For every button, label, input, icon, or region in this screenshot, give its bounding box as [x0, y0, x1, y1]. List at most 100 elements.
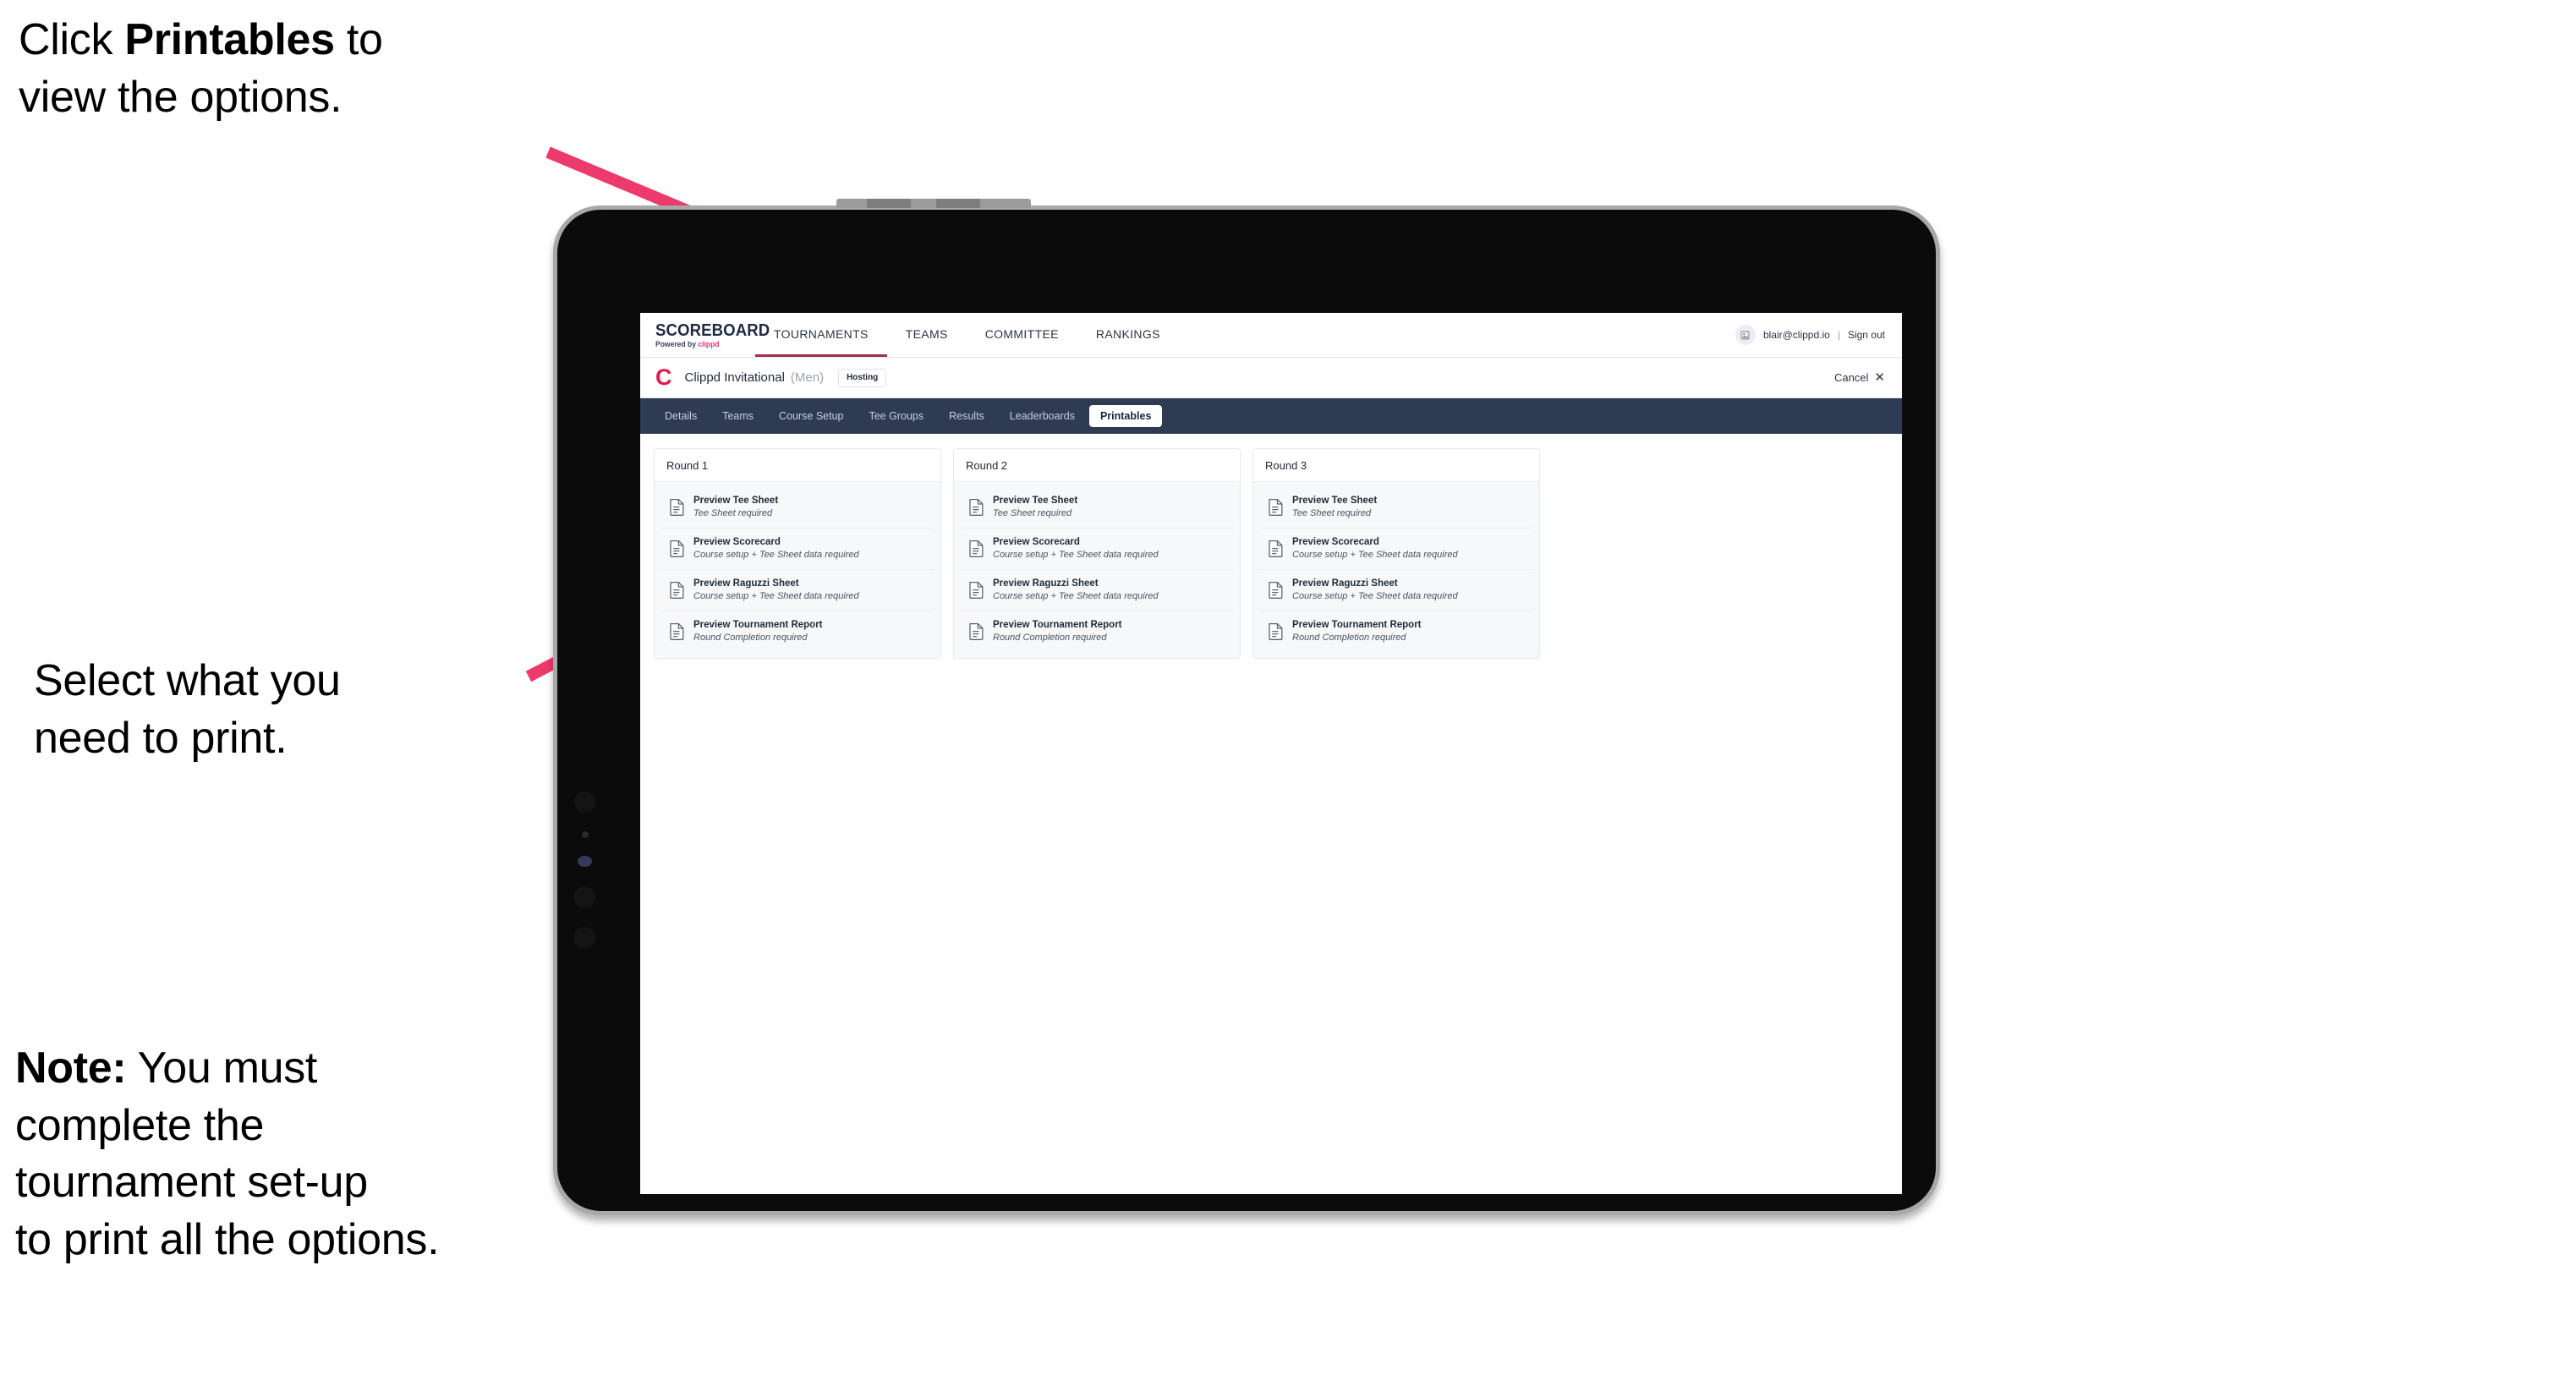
- printable-text: Preview Raguzzi Sheet Course setup + Tee …: [993, 578, 1159, 602]
- printable-row[interactable]: Preview Raguzzi Sheet Course setup + Tee …: [1260, 569, 1532, 611]
- printable-row[interactable]: Preview Scorecard Course setup + Tee Shee…: [961, 528, 1233, 570]
- sign-out-link[interactable]: Sign out: [1848, 329, 1885, 341]
- document-icon: [969, 582, 984, 600]
- round-title: Round 2: [954, 449, 1240, 482]
- cancel-label: Cancel: [1833, 371, 1869, 384]
- printable-title: Preview Tee Sheet: [1292, 496, 1378, 506]
- printable-text: Preview Tee Sheet Tee Sheet required: [693, 496, 778, 519]
- document-icon: [969, 499, 984, 517]
- printable-title: Preview Tournament Report: [693, 619, 823, 630]
- sub-tab-label: Results: [949, 409, 984, 422]
- annotation-click-printables: Click Printables to view the options.: [19, 15, 383, 122]
- printable-row[interactable]: Preview Raguzzi Sheet Course setup + Tee …: [961, 569, 1233, 611]
- sub-tab-details[interactable]: Details: [654, 405, 708, 428]
- status-badge: Hosting: [838, 368, 887, 387]
- round-title: Round 1: [655, 449, 940, 482]
- top-nav-item-committee[interactable]: COMMITTEE: [967, 313, 1077, 357]
- printable-requirement: Course setup + Tee Sheet data required: [1292, 590, 1458, 601]
- top-nav-item-label: TOURNAMENTS: [774, 326, 869, 341]
- section-tab-bar: Details Teams Course Setup Tee Groups Result…: [640, 398, 1902, 434]
- round-card: Round 1 Preview Tee Sheet Tee Sheet requir…: [654, 448, 941, 660]
- tablet-screen: SCOREBOARD Powered by clippd TOURNAMENTS…: [640, 313, 1902, 1194]
- sub-tab-printables[interactable]: Printables: [1088, 404, 1163, 428]
- tournament-gender: (Men): [790, 370, 825, 385]
- cancel-button[interactable]: Cancel ✕: [1834, 371, 1885, 384]
- status-led-icon: [578, 856, 592, 867]
- scoreboard-logo[interactable]: SCOREBOARD Powered by clippd: [640, 313, 770, 357]
- printable-row[interactable]: Preview Tee Sheet Tee Sheet required: [1260, 487, 1532, 529]
- printable-title: Preview Scorecard: [1292, 536, 1379, 547]
- top-nav-item-tournaments[interactable]: TOURNAMENTS: [755, 313, 887, 357]
- user-avatar-icon[interactable]: [1735, 325, 1756, 345]
- printable-title: Preview Raguzzi Sheet: [993, 578, 1099, 589]
- printable-requirement: Course setup + Tee Sheet data required: [993, 550, 1159, 561]
- printable-text: Preview Tournament Report Round Completio…: [693, 620, 823, 644]
- volume-button[interactable]: [867, 199, 911, 208]
- document-icon: [1269, 540, 1283, 558]
- sub-tab-teams[interactable]: Teams: [711, 405, 765, 428]
- printable-text: Preview Raguzzi Sheet Course setup + Tee …: [1292, 578, 1458, 602]
- sub-tab-results[interactable]: Results: [938, 405, 995, 428]
- printable-text: Preview Scorecard Course setup + Tee Shee…: [693, 537, 859, 561]
- round-title: Round 3: [1253, 449, 1539, 482]
- sub-tab-label: Printables: [1099, 409, 1152, 422]
- tournament-name: Clippd Invitational: [684, 370, 785, 385]
- account-area: blair@clippd.io | Sign out: [1735, 313, 1902, 357]
- printable-text: Preview Scorecard Course setup + Tee Shee…: [993, 537, 1159, 561]
- printable-text: Preview Tee Sheet Tee Sheet required: [1292, 496, 1377, 519]
- sub-tab-label: Tee Groups: [869, 409, 924, 422]
- sub-tab-label: Teams: [722, 409, 754, 422]
- round-items: Preview Tee Sheet Tee Sheet required Previ…: [655, 482, 940, 659]
- printable-requirement: Course setup + Tee Sheet data required: [693, 590, 859, 601]
- annotation-select-to-print: Select what you need to print.: [34, 656, 341, 763]
- printable-text: Preview Tournament Report Round Completio…: [1292, 620, 1422, 644]
- account-separator: |: [1837, 329, 1840, 341]
- app-top-navbar: SCOREBOARD Powered by clippd TOURNAMENTS…: [640, 313, 1902, 358]
- printable-requirement: Course setup + Tee Sheet data required: [993, 590, 1159, 601]
- printable-row[interactable]: Preview Tee Sheet Tee Sheet required: [661, 487, 934, 529]
- printable-text: Preview Raguzzi Sheet Course setup + Tee …: [693, 578, 859, 602]
- printable-row[interactable]: Preview Scorecard Course setup + Tee Shee…: [1260, 528, 1532, 570]
- printable-text: Preview Scorecard Course setup + Tee Shee…: [1292, 537, 1458, 561]
- printable-text: Preview Tournament Report Round Completio…: [993, 620, 1122, 644]
- top-nav-item-label: COMMITTEE: [984, 326, 1059, 341]
- printable-title: Preview Scorecard: [993, 536, 1080, 547]
- document-icon: [670, 540, 684, 558]
- tablet-top-buttons[interactable]: [836, 199, 1031, 208]
- sub-tab-leaderboards[interactable]: Leaderboards: [999, 405, 1086, 428]
- printable-title: Preview Tournament Report: [993, 619, 1122, 630]
- printable-title: Preview Tee Sheet: [693, 496, 779, 506]
- tournament-header-bar: C Clippd Invitational (Men) Hosting Canc…: [640, 358, 1902, 398]
- logo-brand-clippd: clippd: [698, 339, 720, 348]
- microphone-icon: [582, 831, 589, 838]
- sub-tab-tee-groups[interactable]: Tee Groups: [858, 405, 934, 428]
- tablet-device: SCOREBOARD Powered by clippd TOURNAMENTS…: [553, 199, 1940, 1215]
- printable-row[interactable]: Preview Tee Sheet Tee Sheet required: [961, 487, 1233, 529]
- clippd-logo-icon: C: [655, 364, 672, 390]
- printable-row[interactable]: Preview Tournament Report Round Completio…: [1260, 611, 1532, 652]
- printable-row[interactable]: Preview Raguzzi Sheet Course setup + Tee …: [661, 569, 934, 611]
- round-items: Preview Tee Sheet Tee Sheet required Previ…: [1253, 482, 1539, 659]
- printable-title: Preview Scorecard: [693, 536, 781, 547]
- printable-requirement: Course setup + Tee Sheet data required: [1292, 550, 1458, 561]
- sub-tab-label: Course Setup: [779, 409, 844, 422]
- sub-tab-course-setup[interactable]: Course Setup: [768, 405, 854, 428]
- power-button[interactable]: [936, 199, 980, 208]
- speaker-hole-icon: [573, 927, 595, 949]
- top-nav-item-teams[interactable]: TEAMS: [887, 313, 967, 357]
- document-icon: [670, 499, 684, 517]
- top-nav-items: TOURNAMENTS TEAMS COMMITTEE RANKINGS: [755, 313, 1179, 357]
- printable-row[interactable]: Preview Tournament Report Round Completio…: [961, 611, 1233, 652]
- document-icon: [969, 540, 984, 558]
- printables-content: Round 1 Preview Tee Sheet Tee Sheet requir…: [640, 434, 1902, 660]
- printable-row[interactable]: Preview Scorecard Course setup + Tee Shee…: [661, 528, 934, 570]
- printable-requirement: Tee Sheet required: [993, 508, 1072, 519]
- printable-requirement: Round Completion required: [693, 632, 808, 643]
- printable-text: Preview Tee Sheet Tee Sheet required: [993, 496, 1077, 519]
- front-camera-icon: [574, 792, 595, 813]
- top-nav-item-rankings[interactable]: RANKINGS: [1077, 313, 1179, 357]
- document-icon: [1269, 499, 1283, 517]
- sub-tab-label: Leaderboards: [1009, 409, 1075, 422]
- printable-row[interactable]: Preview Tournament Report Round Completio…: [661, 611, 934, 652]
- sub-tab-label: Details: [665, 409, 698, 422]
